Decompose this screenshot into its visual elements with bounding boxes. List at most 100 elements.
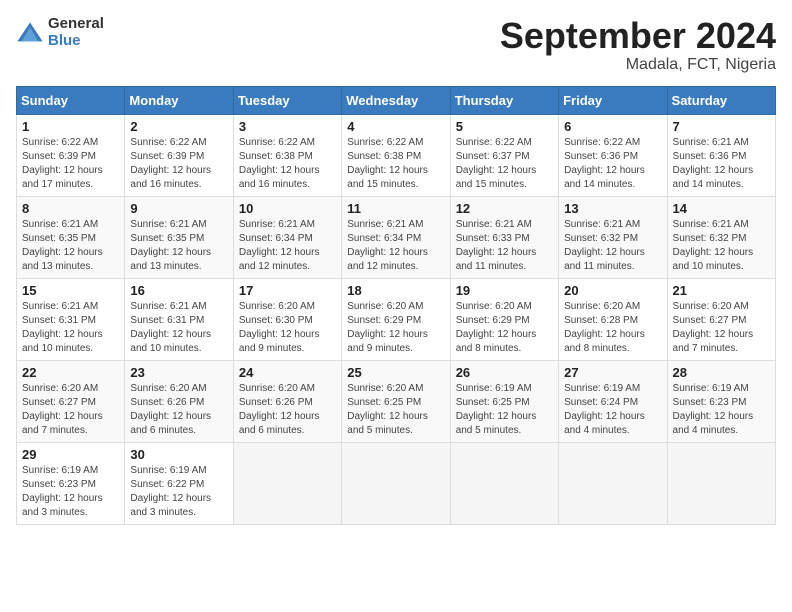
day-info: Sunrise: 6:21 AM Sunset: 6:31 PM Dayligh… <box>22 300 119 356</box>
calendar-cell: 3 Sunrise: 6:22 AM Sunset: 6:38 PM Dayli… <box>233 114 341 196</box>
calendar-body: 1 Sunrise: 6:22 AM Sunset: 6:39 PM Dayli… <box>17 114 776 524</box>
day-number: 9 <box>130 201 227 216</box>
logo-general: General <box>48 16 104 33</box>
day-info: Sunrise: 6:21 AM Sunset: 6:32 PM Dayligh… <box>673 218 770 274</box>
day-number: 8 <box>22 201 119 216</box>
day-number: 29 <box>22 447 119 462</box>
day-info: Sunrise: 6:19 AM Sunset: 6:24 PM Dayligh… <box>564 382 661 438</box>
calendar-cell: 26 Sunrise: 6:19 AM Sunset: 6:25 PM Dayl… <box>450 360 558 442</box>
day-info: Sunrise: 6:19 AM Sunset: 6:22 PM Dayligh… <box>130 464 227 520</box>
day-number: 28 <box>673 365 770 380</box>
header-tuesday: Tuesday <box>233 86 341 114</box>
day-info: Sunrise: 6:21 AM Sunset: 6:32 PM Dayligh… <box>564 218 661 274</box>
day-info: Sunrise: 6:19 AM Sunset: 6:23 PM Dayligh… <box>22 464 119 520</box>
header-friday: Friday <box>559 86 667 114</box>
calendar-cell: 10 Sunrise: 6:21 AM Sunset: 6:34 PM Dayl… <box>233 196 341 278</box>
day-number: 6 <box>564 119 661 134</box>
day-number: 17 <box>239 283 336 298</box>
day-info: Sunrise: 6:20 AM Sunset: 6:29 PM Dayligh… <box>347 300 444 356</box>
calendar-cell: 29 Sunrise: 6:19 AM Sunset: 6:23 PM Dayl… <box>17 442 125 524</box>
page-header: General Blue September 2024 Madala, FCT,… <box>16 16 776 74</box>
calendar-cell <box>450 442 558 524</box>
calendar-cell: 28 Sunrise: 6:19 AM Sunset: 6:23 PM Dayl… <box>667 360 775 442</box>
calendar-week-row: 15 Sunrise: 6:21 AM Sunset: 6:31 PM Dayl… <box>17 278 776 360</box>
header-wednesday: Wednesday <box>342 86 450 114</box>
calendar-cell: 14 Sunrise: 6:21 AM Sunset: 6:32 PM Dayl… <box>667 196 775 278</box>
header-monday: Monday <box>125 86 233 114</box>
day-number: 5 <box>456 119 553 134</box>
day-info: Sunrise: 6:22 AM Sunset: 6:39 PM Dayligh… <box>22 136 119 192</box>
day-info: Sunrise: 6:22 AM Sunset: 6:39 PM Dayligh… <box>130 136 227 192</box>
calendar-cell: 22 Sunrise: 6:20 AM Sunset: 6:27 PM Dayl… <box>17 360 125 442</box>
calendar-cell: 7 Sunrise: 6:21 AM Sunset: 6:36 PM Dayli… <box>667 114 775 196</box>
calendar-cell: 20 Sunrise: 6:20 AM Sunset: 6:28 PM Dayl… <box>559 278 667 360</box>
day-number: 19 <box>456 283 553 298</box>
day-number: 21 <box>673 283 770 298</box>
month-title: September 2024 <box>500 16 776 56</box>
day-number: 23 <box>130 365 227 380</box>
day-info: Sunrise: 6:22 AM Sunset: 6:38 PM Dayligh… <box>239 136 336 192</box>
calendar-cell: 13 Sunrise: 6:21 AM Sunset: 6:32 PM Dayl… <box>559 196 667 278</box>
day-number: 15 <box>22 283 119 298</box>
calendar-cell: 5 Sunrise: 6:22 AM Sunset: 6:37 PM Dayli… <box>450 114 558 196</box>
day-number: 2 <box>130 119 227 134</box>
calendar-cell: 2 Sunrise: 6:22 AM Sunset: 6:39 PM Dayli… <box>125 114 233 196</box>
calendar-cell: 6 Sunrise: 6:22 AM Sunset: 6:36 PM Dayli… <box>559 114 667 196</box>
day-info: Sunrise: 6:20 AM Sunset: 6:26 PM Dayligh… <box>239 382 336 438</box>
day-info: Sunrise: 6:22 AM Sunset: 6:38 PM Dayligh… <box>347 136 444 192</box>
day-number: 12 <box>456 201 553 216</box>
calendar-week-row: 1 Sunrise: 6:22 AM Sunset: 6:39 PM Dayli… <box>17 114 776 196</box>
calendar-week-row: 22 Sunrise: 6:20 AM Sunset: 6:27 PM Dayl… <box>17 360 776 442</box>
calendar-cell: 19 Sunrise: 6:20 AM Sunset: 6:29 PM Dayl… <box>450 278 558 360</box>
calendar-week-row: 29 Sunrise: 6:19 AM Sunset: 6:23 PM Dayl… <box>17 442 776 524</box>
calendar-cell: 4 Sunrise: 6:22 AM Sunset: 6:38 PM Dayli… <box>342 114 450 196</box>
day-info: Sunrise: 6:20 AM Sunset: 6:27 PM Dayligh… <box>22 382 119 438</box>
day-info: Sunrise: 6:19 AM Sunset: 6:25 PM Dayligh… <box>456 382 553 438</box>
logo-icon <box>16 19 44 47</box>
logo-blue: Blue <box>48 33 104 50</box>
day-info: Sunrise: 6:21 AM Sunset: 6:35 PM Dayligh… <box>22 218 119 274</box>
calendar-table: Sunday Monday Tuesday Wednesday Thursday… <box>16 86 776 525</box>
day-info: Sunrise: 6:22 AM Sunset: 6:37 PM Dayligh… <box>456 136 553 192</box>
calendar-cell <box>667 442 775 524</box>
calendar-cell: 16 Sunrise: 6:21 AM Sunset: 6:31 PM Dayl… <box>125 278 233 360</box>
day-number: 20 <box>564 283 661 298</box>
day-number: 25 <box>347 365 444 380</box>
calendar-cell: 24 Sunrise: 6:20 AM Sunset: 6:26 PM Dayl… <box>233 360 341 442</box>
header-sunday: Sunday <box>17 86 125 114</box>
day-number: 22 <box>22 365 119 380</box>
calendar-cell <box>342 442 450 524</box>
calendar-cell: 21 Sunrise: 6:20 AM Sunset: 6:27 PM Dayl… <box>667 278 775 360</box>
location-title: Madala, FCT, Nigeria <box>500 56 776 74</box>
day-info: Sunrise: 6:20 AM Sunset: 6:27 PM Dayligh… <box>673 300 770 356</box>
day-number: 3 <box>239 119 336 134</box>
day-info: Sunrise: 6:20 AM Sunset: 6:30 PM Dayligh… <box>239 300 336 356</box>
day-info: Sunrise: 6:20 AM Sunset: 6:26 PM Dayligh… <box>130 382 227 438</box>
calendar-cell: 11 Sunrise: 6:21 AM Sunset: 6:34 PM Dayl… <box>342 196 450 278</box>
logo-text: General Blue <box>48 16 104 49</box>
day-number: 7 <box>673 119 770 134</box>
day-number: 4 <box>347 119 444 134</box>
day-info: Sunrise: 6:19 AM Sunset: 6:23 PM Dayligh… <box>673 382 770 438</box>
day-number: 24 <box>239 365 336 380</box>
calendar-cell <box>233 442 341 524</box>
day-number: 16 <box>130 283 227 298</box>
calendar-cell: 12 Sunrise: 6:21 AM Sunset: 6:33 PM Dayl… <box>450 196 558 278</box>
day-info: Sunrise: 6:21 AM Sunset: 6:36 PM Dayligh… <box>673 136 770 192</box>
day-number: 1 <box>22 119 119 134</box>
day-number: 11 <box>347 201 444 216</box>
calendar-cell: 9 Sunrise: 6:21 AM Sunset: 6:35 PM Dayli… <box>125 196 233 278</box>
calendar-cell: 25 Sunrise: 6:20 AM Sunset: 6:25 PM Dayl… <box>342 360 450 442</box>
day-number: 30 <box>130 447 227 462</box>
day-info: Sunrise: 6:22 AM Sunset: 6:36 PM Dayligh… <box>564 136 661 192</box>
calendar-cell: 27 Sunrise: 6:19 AM Sunset: 6:24 PM Dayl… <box>559 360 667 442</box>
day-number: 10 <box>239 201 336 216</box>
calendar-cell: 15 Sunrise: 6:21 AM Sunset: 6:31 PM Dayl… <box>17 278 125 360</box>
title-area: September 2024 Madala, FCT, Nigeria <box>500 16 776 74</box>
calendar-week-row: 8 Sunrise: 6:21 AM Sunset: 6:35 PM Dayli… <box>17 196 776 278</box>
calendar-cell: 1 Sunrise: 6:22 AM Sunset: 6:39 PM Dayli… <box>17 114 125 196</box>
weekday-header-row: Sunday Monday Tuesday Wednesday Thursday… <box>17 86 776 114</box>
calendar-cell <box>559 442 667 524</box>
day-info: Sunrise: 6:20 AM Sunset: 6:25 PM Dayligh… <box>347 382 444 438</box>
calendar-cell: 17 Sunrise: 6:20 AM Sunset: 6:30 PM Dayl… <box>233 278 341 360</box>
